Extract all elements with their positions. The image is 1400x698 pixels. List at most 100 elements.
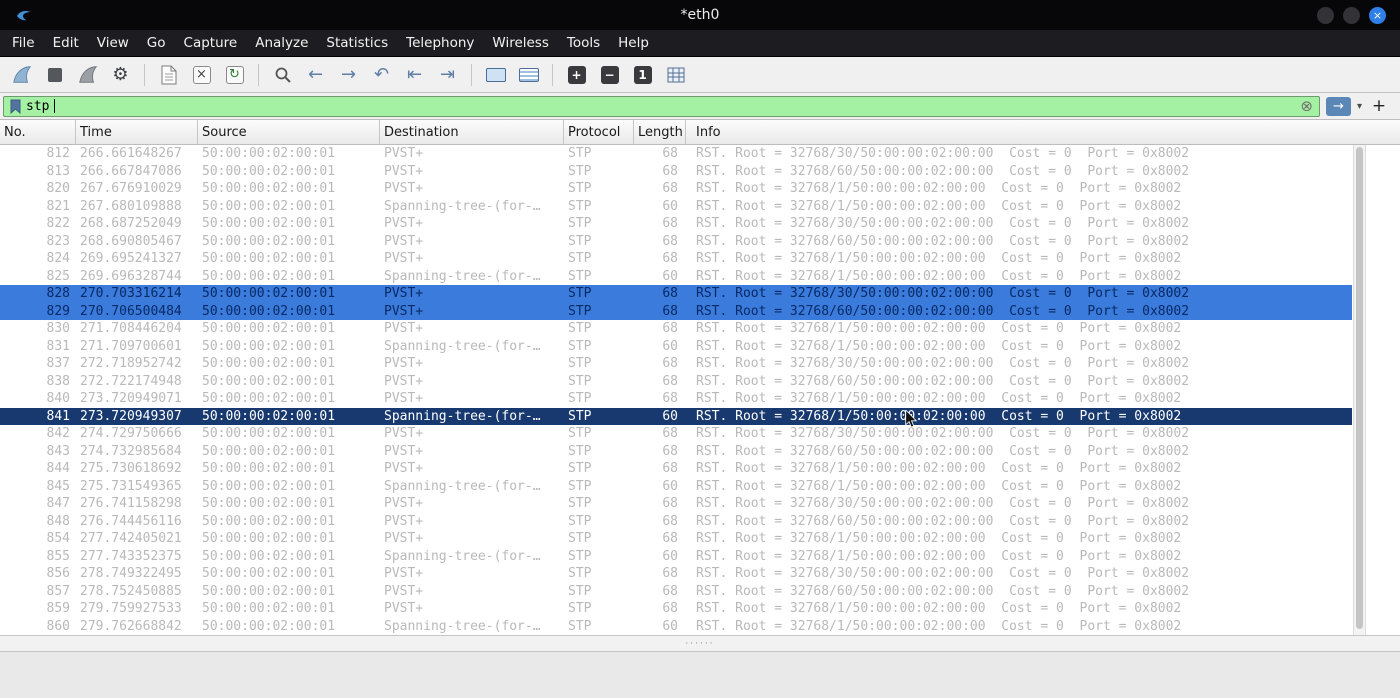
next-packet-button[interactable]: ⇥: [432, 61, 463, 89]
close-file-icon: ×: [192, 65, 211, 84]
packet-row-828[interactable]: 828 270.703316214 50:00:00:02:00:01 PVST+ ST…: [0, 285, 1352, 303]
cell-time: 278.752450885: [80, 583, 182, 599]
restart-capture-button[interactable]: [72, 61, 103, 89]
menu-item-statistics[interactable]: Statistics: [317, 30, 397, 56]
cell-src: 50:00:00:02:00:01: [202, 531, 336, 546]
menu-item-edit[interactable]: Edit: [44, 30, 88, 56]
go-forward-button[interactable]: →: [333, 61, 364, 89]
menu-item-go[interactable]: Go: [138, 30, 175, 56]
cell-proto: STP: [568, 321, 592, 336]
zoom-out-button[interactable]: −: [594, 61, 625, 89]
packet-row-820[interactable]: 820 267.676910029 50:00:00:02:00:01 PVST+ ST…: [0, 180, 1352, 198]
reload-file-button[interactable]: ↻: [219, 61, 250, 89]
column-header-src[interactable]: Source: [198, 120, 380, 144]
menu-item-capture[interactable]: Capture: [175, 30, 247, 56]
close-button[interactable]: ×: [1369, 6, 1386, 24]
packet-row-856[interactable]: 856 278.749322495 50:00:00:02:00:01 PVST+ ST…: [0, 565, 1352, 583]
resize-columns-button[interactable]: [660, 61, 691, 89]
filter-dropdown-arrow[interactable]: ▾: [1357, 101, 1362, 112]
menu-item-help[interactable]: Help: [609, 30, 658, 56]
close-file-button[interactable]: ×: [186, 61, 217, 89]
vertical-scrollbar[interactable]: [1353, 145, 1366, 635]
scrollbar-thumb[interactable]: [1356, 147, 1363, 629]
packet-row-837[interactable]: 837 272.718952742 50:00:00:02:00:01 PVST+ ST…: [0, 355, 1352, 373]
cell-no: 859: [46, 601, 70, 616]
find-packet-button[interactable]: [267, 61, 298, 89]
filter-clear-icon[interactable]: ⊗: [1300, 98, 1313, 114]
packet-row-831[interactable]: 831 271.709700601 50:00:00:02:00:01 Spannin…: [0, 337, 1352, 355]
menu-item-telephony[interactable]: Telephony: [397, 30, 483, 56]
menu-item-view[interactable]: View: [88, 30, 138, 56]
packet-row-844[interactable]: 844 275.730618692 50:00:00:02:00:01 PVST+ ST…: [0, 460, 1352, 478]
packet-row-822[interactable]: 822 268.687252049 50:00:00:02:00:01 PVST+ ST…: [0, 215, 1352, 233]
cell-no: 847: [46, 496, 70, 511]
cell-src: 50:00:00:02:00:01: [202, 496, 336, 511]
column-header-dst[interactable]: Destination: [380, 120, 564, 144]
cell-dst: PVST+: [384, 286, 424, 301]
packet-row-812[interactable]: 812 266.661648267 50:00:00:02:00:01 PVST+ ST…: [0, 145, 1352, 163]
cell-info: RST. Root = 32768/30/50:00:00:02:00:00 C…: [696, 286, 1190, 301]
packet-row-854[interactable]: 854 277.742405021 50:00:00:02:00:01 PVST+ ST…: [0, 530, 1352, 548]
column-header-time[interactable]: Time: [76, 120, 198, 144]
cell-no: 841: [46, 408, 70, 424]
display-filter-input[interactable]: stp ⊗: [3, 95, 1320, 117]
packet-row-843[interactable]: 843 274.732985684 50:00:00:02:00:01 PVST+ ST…: [0, 442, 1352, 460]
cell-proto: STP: [568, 373, 592, 389]
packet-row-847[interactable]: 847 276.741158298 50:00:00:02:00:01 PVST+ ST…: [0, 495, 1352, 513]
packet-row-841[interactable]: 841 273.720949307 50:00:00:02:00:01 Spannin…: [0, 407, 1352, 425]
cell-len: 68: [662, 513, 678, 529]
pane-splitter[interactable]: ······: [0, 635, 1400, 651]
packet-row-857[interactable]: 857 278.752450885 50:00:00:02:00:01 PVST+ ST…: [0, 582, 1352, 600]
go-back-button[interactable]: ←: [300, 61, 331, 89]
toolbar-separator: [144, 63, 145, 86]
cell-no: 820: [46, 181, 70, 196]
menu-item-analyze[interactable]: Analyze: [246, 30, 317, 56]
zoom-original-button[interactable]: 1: [627, 61, 658, 89]
menu-item-file[interactable]: File: [3, 30, 44, 56]
packet-row-824[interactable]: 824 269.695241327 50:00:00:02:00:01 PVST+ ST…: [0, 250, 1352, 268]
cell-src: 50:00:00:02:00:01: [202, 146, 336, 161]
cell-time: 271.708446204: [80, 321, 182, 336]
filter-apply-button[interactable]: →: [1325, 96, 1351, 116]
previous-packet-button[interactable]: ⇤: [399, 61, 430, 89]
maximize-button[interactable]: [1343, 6, 1360, 24]
cell-info: RST. Root = 32768/60/50:00:00:02:00:00 C…: [696, 373, 1190, 389]
packet-row-821[interactable]: 821 267.680109888 50:00:00:02:00:01 Spannin…: [0, 197, 1352, 215]
cell-info: RST. Root = 32768/1/50:00:00:02:00:00 Co…: [696, 601, 1182, 616]
packet-row-845[interactable]: 845 275.731549365 50:00:00:02:00:01 Spannin…: [0, 477, 1352, 495]
start-capture-button[interactable]: [6, 61, 37, 89]
zoom-in-button[interactable]: +: [561, 61, 592, 89]
packet-row-842[interactable]: 842 274.729750666 50:00:00:02:00:01 PVST+ ST…: [0, 425, 1352, 443]
cell-info: RST. Root = 32768/1/50:00:00:02:00:00 Co…: [696, 321, 1182, 336]
packet-row-830[interactable]: 830 271.708446204 50:00:00:02:00:01 PVST+ ST…: [0, 320, 1352, 338]
packet-row-825[interactable]: 825 269.696328744 50:00:00:02:00:01 Spannin…: [0, 267, 1352, 285]
packet-row-855[interactable]: 855 277.743352375 50:00:00:02:00:01 Spannin…: [0, 547, 1352, 565]
cell-dst: PVST+: [384, 391, 424, 406]
packet-row-823[interactable]: 823 268.690805467 50:00:00:02:00:01 PVST+ ST…: [0, 232, 1352, 250]
open-file-button[interactable]: [153, 61, 184, 89]
add-filter-button[interactable]: +: [1368, 96, 1390, 116]
minimize-button[interactable]: [1317, 6, 1334, 24]
packet-row-859[interactable]: 859 279.759927533 50:00:00:02:00:01 PVST+ ST…: [0, 600, 1352, 618]
go-to-packet-button[interactable]: ↶: [366, 61, 397, 89]
column-header-info[interactable]: Info: [686, 120, 1400, 144]
capture-options-button[interactable]: ⚙: [105, 61, 136, 89]
zoom-original-icon: 1: [633, 65, 652, 84]
packet-row-840[interactable]: 840 273.720949071 50:00:00:02:00:01 PVST+ ST…: [0, 390, 1352, 408]
packet-row-860[interactable]: 860 279.762668842 50:00:00:02:00:01 Spannin…: [0, 617, 1352, 635]
column-header-no[interactable]: No.: [0, 120, 76, 144]
packet-row-848[interactable]: 848 276.744456116 50:00:00:02:00:01 PVST+ ST…: [0, 512, 1352, 530]
packet-row-829[interactable]: 829 270.706500484 50:00:00:02:00:01 PVST+ ST…: [0, 302, 1352, 320]
menu-item-tools[interactable]: Tools: [558, 30, 609, 56]
cell-src: 50:00:00:02:00:01: [202, 181, 336, 196]
packet-row-838[interactable]: 838 272.722174948 50:00:00:02:00:01 PVST+ ST…: [0, 372, 1352, 390]
menu-item-wireless[interactable]: Wireless: [483, 30, 558, 56]
bookmark-icon[interactable]: [10, 99, 21, 114]
colorize-button[interactable]: [513, 61, 544, 89]
autoscroll-button[interactable]: [480, 61, 511, 89]
stop-capture-button[interactable]: [39, 61, 70, 89]
cell-len: 68: [662, 356, 678, 371]
packet-row-813[interactable]: 813 266.667847086 50:00:00:02:00:01 PVST+ ST…: [0, 162, 1352, 180]
column-header-proto[interactable]: Protocol: [564, 120, 634, 144]
column-header-len[interactable]: Length: [634, 120, 686, 144]
